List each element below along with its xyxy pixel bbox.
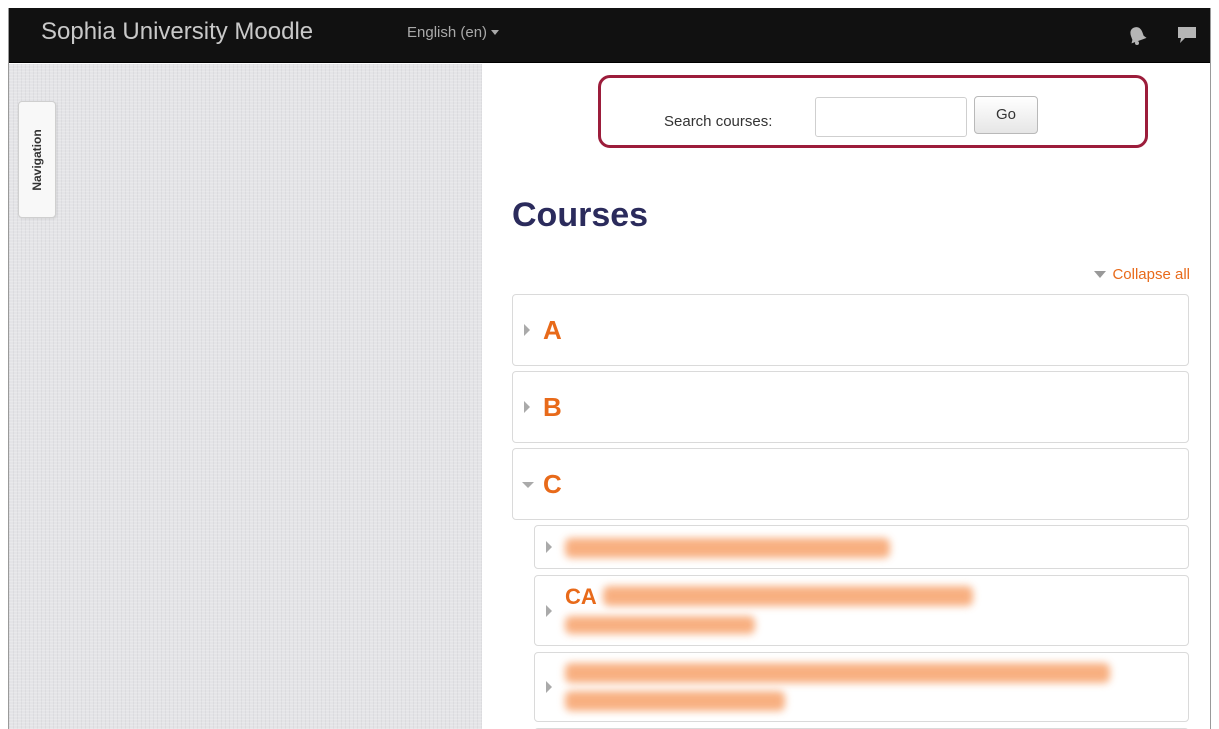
category-letter[interactable]: C <box>543 469 562 500</box>
triangle-right-icon[interactable] <box>546 541 552 553</box>
blurred-text <box>565 691 785 711</box>
collapse-all-label: Collapse all <box>1112 266 1190 283</box>
chat-icon[interactable] <box>1176 24 1198 46</box>
triangle-right-icon[interactable] <box>546 681 552 693</box>
category-letter[interactable]: A <box>543 315 562 346</box>
subcategory-item[interactable] <box>534 525 1189 569</box>
navigation-tab-label: Navigation <box>30 128 44 191</box>
triangle-right-icon[interactable] <box>546 605 552 617</box>
category-a[interactable]: A <box>512 294 1189 366</box>
search-courses-input[interactable] <box>815 97 967 137</box>
top-navbar: Sophia University Moodle English (en) <box>9 8 1210 63</box>
blurred-text <box>603 586 973 606</box>
category-c[interactable]: C <box>512 448 1189 520</box>
subcategory-prefix[interactable]: CA <box>565 584 597 610</box>
site-brand[interactable]: Sophia University Moodle <box>41 18 313 46</box>
language-menu[interactable]: English (en) <box>407 24 500 41</box>
navigation-tab[interactable]: Navigation <box>18 101 56 218</box>
collapse-all-link[interactable]: Collapse all <box>1094 266 1190 283</box>
browser-frame: Sophia University Moodle English (en) Na… <box>8 8 1211 729</box>
main-content: Search courses: Go Courses Collapse all … <box>482 64 1210 729</box>
triangle-down-icon <box>1094 270 1107 278</box>
blurred-text <box>565 538 890 558</box>
triangle-down-icon[interactable] <box>522 482 534 488</box>
category-letter[interactable]: B <box>543 392 562 423</box>
caret-down-icon <box>491 29 500 35</box>
language-label: English (en) <box>407 24 488 41</box>
page-title: Courses <box>512 196 649 234</box>
subcategory-item[interactable] <box>534 652 1189 722</box>
bell-icon[interactable] <box>1126 24 1148 46</box>
search-courses-label: Search courses: <box>664 113 773 130</box>
blurred-text <box>565 616 755 634</box>
triangle-right-icon[interactable] <box>524 401 530 413</box>
triangle-right-icon[interactable] <box>524 324 530 336</box>
blurred-text <box>565 663 1110 683</box>
left-block-region: Navigation <box>9 64 482 729</box>
subcategory-item[interactable]: CA <box>534 575 1189 646</box>
go-button[interactable]: Go <box>974 96 1038 134</box>
category-b[interactable]: B <box>512 371 1189 443</box>
